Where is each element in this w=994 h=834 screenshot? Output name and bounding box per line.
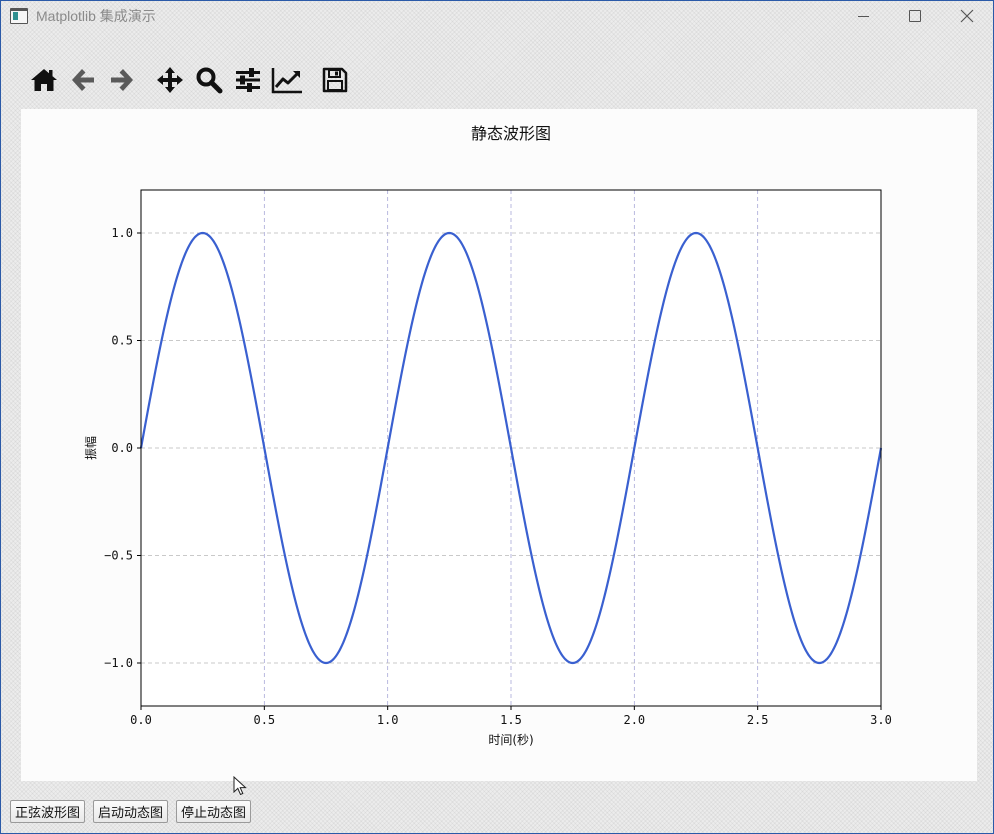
x-axis-label: 时间(秒) (488, 733, 533, 747)
bottom-button-bar: 正弦波形图 启动动态图 停止动态图 (10, 800, 259, 823)
y-axis-label: 振幅 (83, 436, 98, 460)
toolbar-separator (141, 60, 150, 100)
toolbar-customize-button[interactable] (267, 60, 306, 100)
waveform-chart: 0.0 0.5 1.0 1.5 2.0 2.5 3.0 1.0 0.5 0.0 −0.5 −1.0 静态… (83, 124, 892, 747)
app-window-icon (10, 8, 28, 24)
x-tick-label: 0.5 (253, 713, 275, 727)
navigation-toolbar (24, 60, 354, 100)
minimize-button[interactable] (837, 1, 889, 31)
x-tick-label: 0.0 (130, 713, 152, 727)
figure-canvas[interactable]: 0.0 0.5 1.0 1.5 2.0 2.5 3.0 1.0 0.5 0.0 −0.5 −1.0 静态… (21, 109, 977, 781)
y-tick-label: 0.5 (111, 334, 133, 348)
close-icon (960, 9, 974, 23)
sliders-icon (235, 68, 260, 92)
x-tick-label: 2.0 (623, 713, 645, 727)
toolbar-zoom-button[interactable] (189, 60, 228, 100)
home-icon (30, 69, 57, 91)
y-tick-label: −1.0 (104, 656, 133, 670)
sine-wave-button[interactable]: 正弦波形图 (10, 800, 86, 823)
y-tick-label: 0.0 (111, 441, 133, 455)
y-tick-label: −0.5 (104, 549, 133, 563)
toolbar-subplots-button[interactable] (228, 60, 267, 100)
chart-title: 静态波形图 (471, 124, 551, 143)
x-tick-label: 3.0 (870, 713, 892, 727)
close-button[interactable] (941, 1, 993, 31)
stop-animation-button[interactable]: 停止动态图 (176, 800, 252, 823)
minimize-icon (857, 15, 869, 17)
arrow-right-icon (110, 69, 133, 91)
line-chart-icon (271, 68, 302, 94)
toolbar-separator (306, 60, 315, 100)
move-arrows-icon (156, 67, 183, 93)
toolbar-pan-button[interactable] (150, 60, 189, 100)
x-tick-label: 1.0 (377, 713, 399, 727)
toolbar-home-button[interactable] (24, 60, 63, 100)
x-tick-label: 1.5 (500, 713, 522, 727)
start-animation-button[interactable]: 启动动态图 (93, 800, 169, 823)
maximize-button[interactable] (889, 1, 941, 31)
maximize-icon (909, 10, 921, 22)
arrow-left-icon (71, 69, 94, 91)
mouse-cursor-icon (233, 775, 247, 800)
y-tick-label: 1.0 (111, 226, 133, 240)
floppy-disk-icon (322, 67, 347, 93)
toolbar-forward-button[interactable] (102, 60, 141, 100)
window-controls (837, 1, 993, 31)
toolbar-save-button[interactable] (315, 60, 354, 100)
magnifier-icon (196, 67, 222, 94)
toolbar-back-button[interactable] (63, 60, 102, 100)
title-bar[interactable]: Matplotlib 集成演示 (1, 1, 993, 31)
x-tick-label: 2.5 (747, 713, 769, 727)
window-title: Matplotlib 集成演示 (36, 8, 156, 24)
